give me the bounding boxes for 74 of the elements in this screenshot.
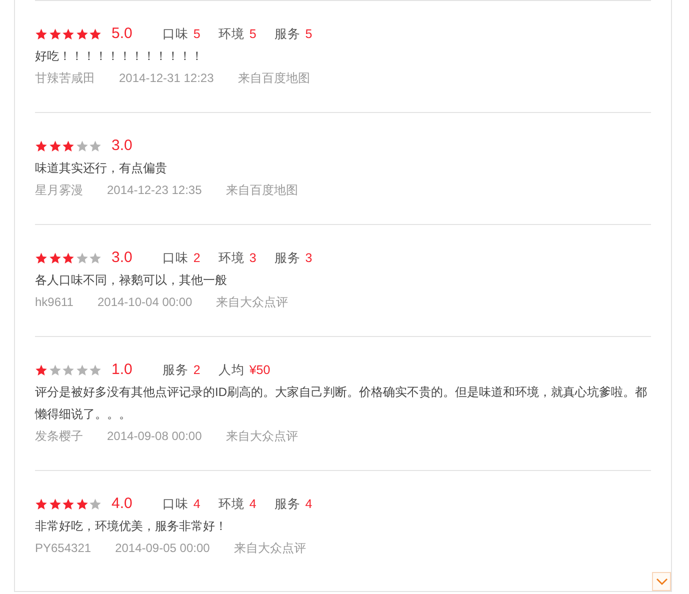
rating-score: 1.0: [112, 360, 132, 380]
review-time: 2014-09-08 00:00: [107, 428, 202, 445]
subscore-label: 服务: [274, 251, 300, 265]
star-icon: [48, 28, 61, 40]
review-time: 2014-12-31 12:23: [119, 70, 214, 87]
star-icon: [76, 364, 88, 376]
subscore-value: 3: [249, 251, 256, 265]
star-icon: [48, 252, 61, 264]
subscore-value: ¥50: [249, 363, 270, 377]
scroll-down-button[interactable]: [652, 572, 671, 591]
subscore-label: 服务: [274, 497, 300, 511]
user-name: 发条樱子: [35, 428, 83, 445]
star-icon: [89, 140, 102, 152]
subscore-label: 口味: [162, 251, 188, 265]
star-icon: [76, 252, 88, 264]
star-icon: [89, 28, 102, 40]
review-text: 好吃！！！！！！！！！！！！: [35, 48, 204, 65]
user-name: 星月雾漫: [35, 182, 83, 199]
subscore-label: 环境: [218, 497, 244, 511]
rating-score: 3.0: [112, 248, 132, 268]
review-text: 各人口味不同，禄鹅可以，其他一般: [35, 272, 228, 289]
chevron-down-icon: [656, 578, 668, 586]
review-text: 评分是被好多没有其他点评记录的ID刷高的。大家自己判断。价格确实不贵的。但是味道和环境，就真心坑爹啦。都懒得细说了。。。: [35, 384, 648, 423]
subscore-value: 4: [193, 497, 200, 511]
star-icon: [62, 498, 74, 510]
subscore-label: 口味: [162, 497, 188, 511]
star-icon: [35, 364, 48, 376]
review-source: 来自百度地图: [238, 70, 310, 87]
star-icon: [76, 140, 88, 152]
subscore-value: 3: [305, 251, 312, 265]
review-source: 来自百度地图: [226, 182, 298, 199]
star-icon: [35, 252, 48, 264]
rating-score: 4.0: [112, 494, 132, 514]
star-icon: [48, 498, 61, 510]
star-icon: [62, 28, 74, 40]
user-name: PY654321: [35, 540, 92, 557]
subscore-value: 5: [249, 27, 256, 41]
star-icon: [89, 364, 102, 376]
review-time: 2014-12-23 12:35: [107, 182, 202, 199]
subscore-value: 2: [193, 251, 200, 265]
rating-score: 5.0: [112, 24, 132, 44]
review-source: 来自大众点评: [216, 294, 288, 311]
review-text: 非常好吃，环境优美，服务非常好！: [35, 518, 228, 535]
review-source: 来自大众点评: [234, 540, 306, 557]
subscore-label: 人均: [218, 363, 244, 377]
subscore-label: 服务: [162, 363, 188, 377]
star-icon: [48, 140, 61, 152]
subscore-value: 4: [305, 497, 312, 511]
subscore-value: 4: [249, 497, 256, 511]
star-icon: [76, 28, 88, 40]
review-time: 2014-10-04 00:00: [97, 294, 192, 311]
star-icon: [89, 498, 102, 510]
star-icon: [62, 252, 74, 264]
user-name: 甘辣苦咸田: [35, 70, 95, 87]
subscore-label: 服务: [274, 27, 300, 41]
star-icon: [48, 364, 61, 376]
star-icon: [35, 498, 48, 510]
star-icon: [35, 28, 48, 40]
star-icon: [76, 498, 88, 510]
subscore-value: 2: [193, 363, 200, 377]
star-icon: [62, 364, 74, 376]
star-icon: [62, 140, 74, 152]
subscore-label: 口味: [162, 27, 188, 41]
subscore-value: 5: [305, 27, 312, 41]
star-icon: [35, 140, 48, 152]
review-text: 味道其实还行，有点偏贵: [35, 160, 168, 177]
subscore-label: 环境: [218, 27, 244, 41]
subscore-label: 环境: [218, 251, 244, 265]
subscore-value: 5: [193, 27, 200, 41]
user-name: hk9611: [35, 294, 74, 311]
rating-score: 3.0: [112, 136, 132, 156]
star-icon: [89, 252, 102, 264]
review-time: 2014-09-05 00:00: [115, 540, 210, 557]
review-source: 来自大众点评: [226, 428, 298, 445]
